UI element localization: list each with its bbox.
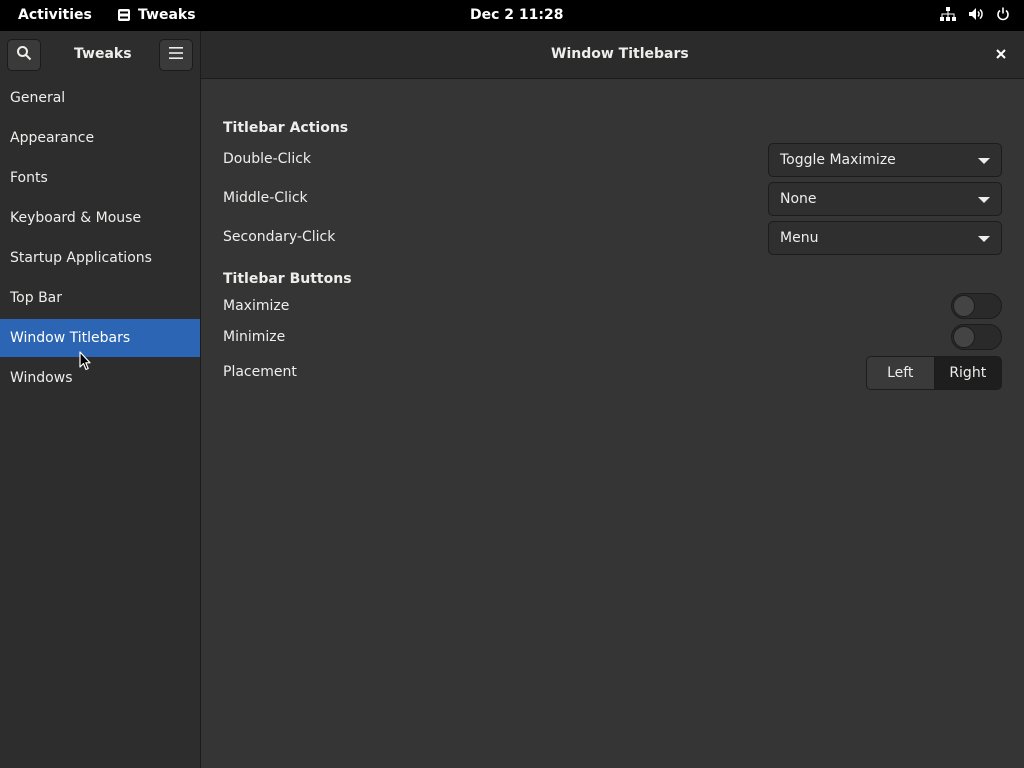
- sidebar-item-label: Window Titlebars: [10, 330, 131, 346]
- double-click-dropdown[interactable]: Toggle Maximize: [768, 143, 1002, 177]
- secondary-click-dropdown[interactable]: Menu: [768, 221, 1002, 255]
- sidebar-item-label: Keyboard & Mouse: [10, 210, 142, 226]
- close-icon: [996, 47, 1006, 63]
- dropdown-arrow-icon: [978, 197, 990, 203]
- clock[interactable]: Dec 2 11:28: [470, 7, 563, 23]
- window-header-bar: Tweaks Window Titlebars: [0, 31, 1024, 79]
- maximize-switch[interactable]: [951, 293, 1002, 319]
- placement-right-button[interactable]: Right: [933, 357, 1001, 389]
- close-button[interactable]: [989, 43, 1013, 67]
- sidebar-item-label: Windows: [10, 370, 73, 386]
- sidebar-item-startup-applications[interactable]: Startup Applications: [0, 239, 200, 277]
- sidebar-header: Tweaks: [0, 31, 201, 79]
- sidebar-item-label: Fonts: [10, 170, 48, 186]
- mouse-cursor-icon: [79, 351, 91, 375]
- app-title: Tweaks: [74, 46, 132, 62]
- network-icon[interactable]: [940, 7, 956, 21]
- power-icon[interactable]: [996, 7, 1010, 21]
- search-button[interactable]: [7, 39, 41, 71]
- titlebar-buttons-heading: Titlebar Buttons: [223, 271, 352, 287]
- minimize-label: Minimize: [223, 329, 286, 345]
- minimize-switch[interactable]: [951, 324, 1002, 350]
- middle-click-value: None: [780, 191, 817, 207]
- sidebar-item-general[interactable]: General: [0, 79, 200, 117]
- sidebar-item-windows[interactable]: Windows: [0, 359, 200, 397]
- double-click-value: Toggle Maximize: [780, 152, 896, 168]
- sidebar: General Appearance Fonts Keyboard & Mous…: [0, 79, 201, 768]
- sidebar-item-label: Startup Applications: [10, 250, 152, 266]
- double-click-label: Double-Click: [223, 151, 312, 167]
- volume-icon[interactable]: [968, 7, 984, 21]
- system-tray[interactable]: [940, 7, 1010, 21]
- activities-button[interactable]: Activities: [18, 7, 92, 23]
- placement-left-button[interactable]: Left: [867, 357, 934, 389]
- sidebar-item-appearance[interactable]: Appearance: [0, 119, 200, 157]
- switch-knob: [953, 326, 975, 348]
- sidebar-item-keyboard-mouse[interactable]: Keyboard & Mouse: [0, 199, 200, 237]
- app-menu-label: Tweaks: [138, 7, 196, 23]
- sidebar-item-fonts[interactable]: Fonts: [0, 159, 200, 197]
- middle-click-label: Middle-Click: [223, 190, 308, 206]
- sidebar-item-label: Appearance: [10, 130, 95, 146]
- maximize-label: Maximize: [223, 298, 290, 314]
- placement-label: Placement: [223, 364, 297, 380]
- tweaks-app-icon: [117, 8, 131, 22]
- app-menu-button[interactable]: Tweaks: [117, 7, 196, 23]
- search-icon: [16, 45, 32, 65]
- titlebar-actions-heading: Titlebar Actions: [223, 120, 349, 136]
- shell-top-bar: Activities Tweaks Dec 2 11:28: [0, 0, 1024, 31]
- sidebar-item-label: Top Bar: [10, 290, 63, 306]
- dropdown-arrow-icon: [978, 158, 990, 164]
- placement-toggle-group: Left Right: [866, 356, 1002, 390]
- hamburger-menu-icon: [169, 47, 183, 63]
- sidebar-item-top-bar[interactable]: Top Bar: [0, 279, 200, 317]
- page-title: Window Titlebars: [551, 46, 689, 62]
- dropdown-arrow-icon: [978, 236, 990, 242]
- middle-click-dropdown[interactable]: None: [768, 182, 1002, 216]
- main-menu-button[interactable]: [159, 39, 193, 71]
- switch-knob: [953, 295, 975, 317]
- sidebar-item-label: General: [10, 90, 66, 106]
- settings-panel: Titlebar Actions Double-Click Toggle Max…: [201, 79, 1024, 768]
- secondary-click-value: Menu: [780, 230, 819, 246]
- secondary-click-label: Secondary-Click: [223, 229, 336, 245]
- sidebar-item-window-titlebars[interactable]: Window Titlebars: [0, 319, 200, 357]
